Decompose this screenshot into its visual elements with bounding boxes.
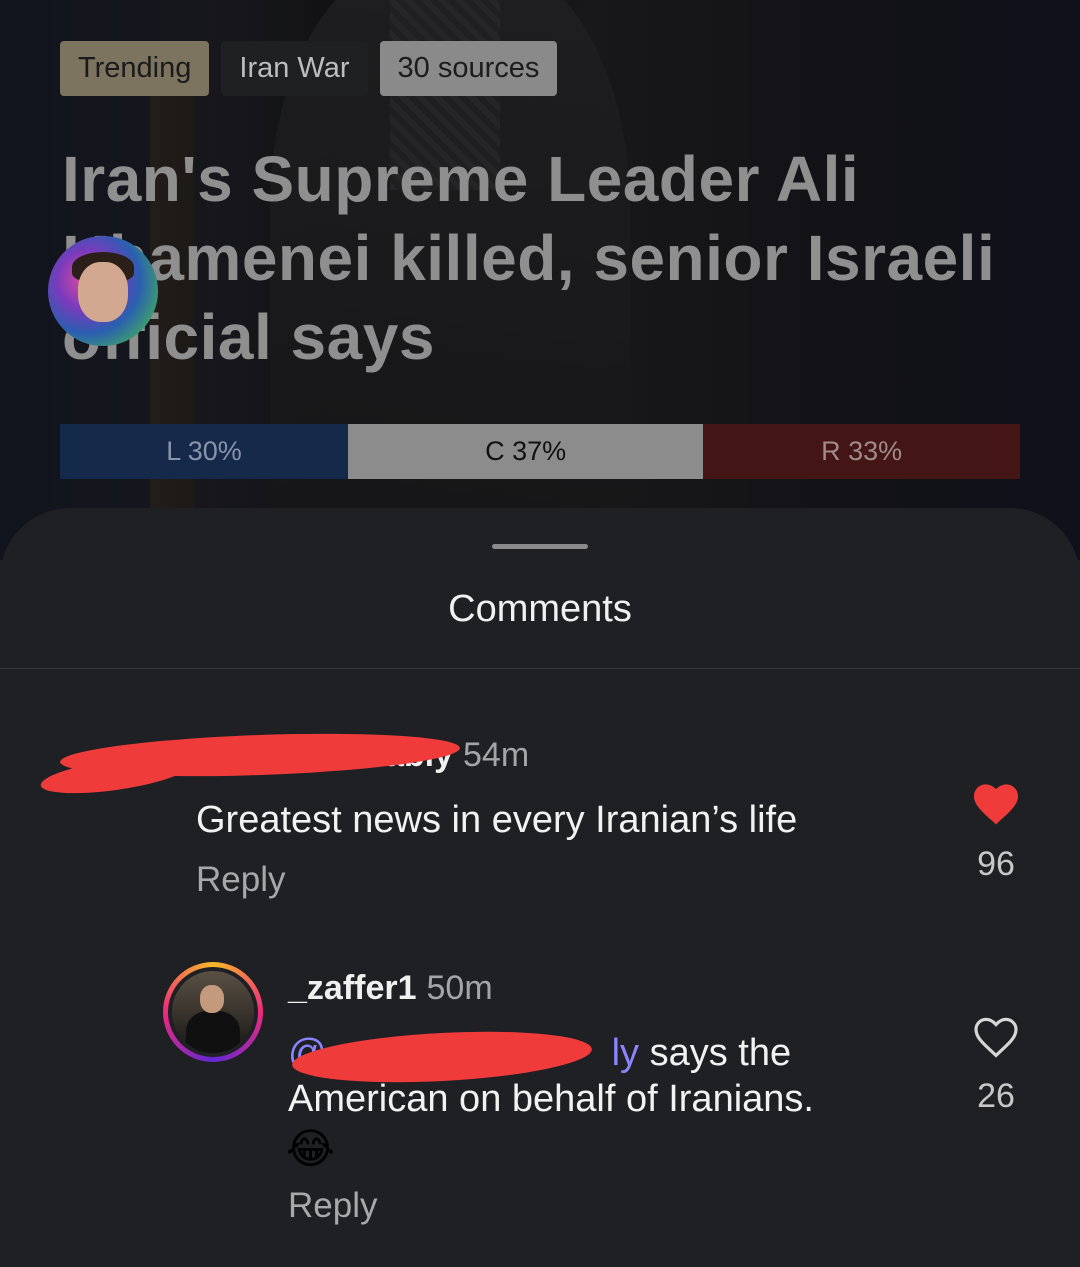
comment-author-line: _zaffer1 50m xyxy=(288,969,493,1008)
article-hero[interactable]: Trending Iran War 30 sources Iran's Supr… xyxy=(0,0,1080,560)
comment-text: Greatest news in every Iranian’s life xyxy=(196,799,798,841)
avatar-face xyxy=(200,985,224,1013)
sheet-drag-handle[interactable] xyxy=(492,544,588,549)
tag-sources[interactable]: 30 sources xyxy=(379,41,558,96)
like-count: 96 xyxy=(977,845,1015,883)
avatar-photo xyxy=(172,971,254,1053)
heart-outline-icon[interactable] xyxy=(972,1015,1020,1059)
avatar-body xyxy=(186,1011,240,1053)
comment-time: 50m xyxy=(426,969,493,1007)
heart-filled-icon[interactable] xyxy=(972,782,1020,826)
like-count: 26 xyxy=(977,1077,1015,1115)
sheet-title: Comments xyxy=(448,588,632,630)
bias-left-segment: L 30% xyxy=(60,424,348,479)
avatar-face xyxy=(78,262,128,322)
comment-time: 54m xyxy=(463,736,530,774)
reply-button[interactable]: Reply xyxy=(288,1186,377,1226)
avatar xyxy=(168,967,258,1057)
tag-topic[interactable]: Iran War xyxy=(221,41,368,96)
divider xyxy=(0,668,1080,669)
bias-right-segment: R 33% xyxy=(703,424,1020,479)
bias-center-segment: C 37% xyxy=(348,424,704,479)
avatar[interactable] xyxy=(48,236,158,346)
laughing-emoji: 😂 xyxy=(286,1125,336,1172)
article-headline[interactable]: Iran's Supreme Leader Ali Khamenei kille… xyxy=(62,140,1002,377)
tag-trending[interactable]: Trending xyxy=(60,41,210,96)
mention-end[interactable]: ly xyxy=(612,1032,639,1074)
comments-sheet: Comments xyxy=(0,508,1080,1267)
reply-button[interactable]: Reply xyxy=(196,860,285,900)
bias-distribution-bar[interactable]: L 30% C 37% R 33% xyxy=(60,424,1020,479)
article-tags: Trending Iran War 30 sources xyxy=(60,41,558,96)
author-name[interactable]: _zaffer1 xyxy=(288,969,417,1007)
avatar-story-ring[interactable] xyxy=(163,962,263,1062)
